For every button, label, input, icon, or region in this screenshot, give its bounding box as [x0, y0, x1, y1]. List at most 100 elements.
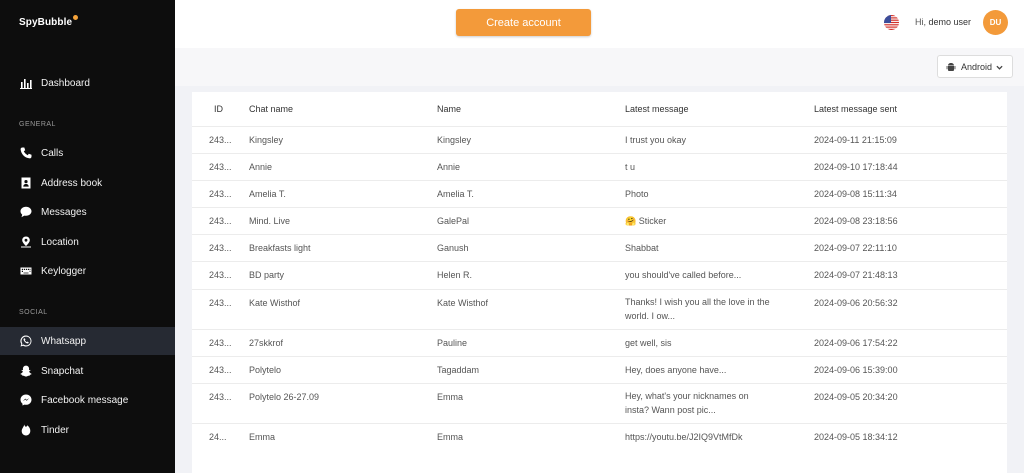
sidebar-item-address-book[interactable]: Address book: [0, 169, 175, 197]
table-row[interactable]: 243... Annie Annie t u 2024-09-10 17:18:44: [192, 153, 1007, 180]
cell-chat-name: Emma: [249, 432, 276, 442]
cell-id: 243...: [209, 135, 232, 145]
table-row[interactable]: 243... Kate Wisthof Kate Wisthof Thanks! I …: [192, 289, 1007, 329]
chat-bubble-icon: [19, 206, 32, 219]
sidebar-item-tinder[interactable]: Tinder: [0, 416, 175, 444]
cell-id: 243...: [209, 189, 232, 199]
cell-name: Tagaddam: [437, 365, 480, 375]
sidebar-item-label: Snapchat: [41, 365, 84, 377]
cell-id: 243...: [209, 365, 232, 375]
cell-chat-name: Kingsley: [249, 135, 284, 145]
cell-latest-message: you should've called before...: [625, 270, 742, 280]
cell-latest-message-sent: 2024-09-05 18:34:12: [814, 432, 898, 442]
cell-id: 243...: [209, 216, 232, 226]
cell-chat-name: Annie: [249, 162, 273, 172]
cell-latest-message-sent: 2024-09-06 17:54:22: [814, 338, 898, 348]
sidebar-item-messages[interactable]: Messages: [0, 198, 175, 226]
device-select-value: Android: [961, 61, 993, 72]
whatsapp-chats-table: ID Chat name Name Latest message Latest …: [192, 92, 1007, 473]
sidebar-item-label: Facebook message: [41, 394, 129, 406]
cell-name: Kate Wisthof: [437, 298, 489, 308]
keyboard-icon: [19, 265, 32, 278]
brand-logo[interactable]: SpyBubble: [19, 15, 79, 28]
cell-latest-message: I trust you okay: [625, 135, 687, 145]
create-account-button[interactable]: Create account: [456, 9, 591, 36]
cell-id: 243...: [209, 298, 232, 308]
table-row[interactable]: 243... 27skkrof Pauline get well, sis 2024-0…: [192, 329, 1007, 356]
column-header-chat-name[interactable]: Chat name: [249, 104, 293, 114]
cell-latest-message: Shabbat: [625, 243, 659, 253]
cell-latest-message-sent: 2024-09-07 21:48:13: [814, 270, 898, 280]
cell-name: Emma: [437, 432, 464, 442]
snapchat-icon: [19, 365, 32, 378]
sidebar-item-location[interactable]: Location: [0, 228, 175, 256]
sidebar-item-dashboard[interactable]: Dashboard: [0, 69, 175, 97]
sidebar-item-label: Address book: [41, 177, 103, 189]
table-row[interactable]: 24... Emma Emma https://youtu.be/J2IQ9VtMfD…: [192, 423, 1007, 450]
cell-latest-message: 🤗 Sticker: [625, 216, 667, 226]
cell-name: Ganush: [437, 243, 469, 253]
device-select[interactable]: Android: [937, 55, 1013, 78]
whatsapp-icon: [19, 335, 32, 348]
cell-id: 243...: [209, 338, 232, 348]
messenger-icon: [19, 394, 32, 407]
cell-latest-message-sent: 2024-09-07 22:11:10: [814, 243, 897, 253]
sidebar-item-label: Location: [41, 236, 79, 248]
username-text: demo user: [928, 17, 972, 27]
cell-latest-message-sent: 2024-09-08 23:18:56: [814, 216, 898, 226]
cell-latest-message: Hey, does anyone have...: [625, 365, 727, 375]
table-row[interactable]: 243... Polytelo Tagaddam Hey, does anyone h…: [192, 356, 1007, 383]
cell-latest-message: https://youtu.be/J2IQ9VtMfDk: [625, 432, 743, 442]
table-row[interactable]: 243... BD party Helen R. you should've call…: [192, 261, 1007, 289]
sidebar-item-facebook-message[interactable]: Facebook message: [0, 386, 175, 414]
cell-chat-name: Amelia T.: [249, 189, 286, 199]
sidebar-item-label: Messages: [41, 206, 87, 218]
table-row[interactable]: 243... Mind. Live GalePal 🤗 Sticker 2024-09-…: [192, 207, 1007, 234]
cell-latest-message: Photo: [625, 189, 649, 199]
table-row[interactable]: 243... Breakfasts light Ganush Shabbat 2024-…: [192, 234, 1007, 261]
cell-chat-name: Breakfasts light: [249, 243, 311, 253]
tinder-flame-icon: [19, 424, 32, 437]
sidebar-item-snapchat[interactable]: Snapchat: [0, 357, 175, 385]
cell-chat-name: BD party: [249, 270, 285, 280]
us-flag-icon[interactable]: [884, 15, 899, 30]
cell-id: 243...: [209, 243, 232, 253]
column-header-latest-message-sent[interactable]: Latest message sent: [814, 104, 897, 114]
bar-chart-icon: [19, 77, 32, 90]
table-row[interactable]: 243... Polytelo 26-27.09 Emma Hey, what's y…: [192, 383, 1007, 423]
sidebar-item-keylogger[interactable]: Keylogger: [0, 257, 175, 285]
greeting-text: Hi,: [915, 17, 926, 27]
chevron-down-icon: [996, 63, 1004, 71]
brand-dot-icon: [73, 15, 79, 20]
cell-id: 24...: [209, 432, 227, 442]
cell-latest-message-sent: 2024-09-06 15:39:00: [814, 365, 898, 375]
cell-latest-message-sent: 2024-09-11 21:15:09: [814, 135, 897, 145]
column-header-id[interactable]: ID: [214, 104, 223, 114]
sidebar-item-calls[interactable]: Calls: [0, 139, 175, 167]
cell-id: 243...: [209, 270, 232, 280]
cell-id: 243...: [209, 392, 232, 402]
cell-name: Pauline: [437, 338, 468, 348]
avatar[interactable]: DU: [983, 10, 1008, 35]
cell-id: 243...: [209, 162, 232, 172]
cell-latest-message: Thanks! I wish you all the love in the w…: [625, 297, 770, 321]
cell-chat-name: Mind. Live: [249, 216, 291, 226]
cell-name: GalePal: [437, 216, 470, 226]
sidebar-item-label: Keylogger: [41, 265, 87, 277]
cell-latest-message-sent: 2024-09-05 20:34:20: [814, 392, 898, 402]
cell-name: Helen R.: [437, 270, 473, 280]
cell-name: Annie: [437, 162, 461, 172]
column-header-name[interactable]: Name: [437, 104, 461, 114]
sidebar-item-label: Tinder: [41, 424, 69, 436]
table-row[interactable]: 243... Kingsley Kingsley I trust you okay 20…: [192, 126, 1007, 153]
sidebar: SpyBubble Dashboard GENERAL Calls Addres…: [0, 0, 175, 473]
cell-chat-name: Polytelo: [249, 365, 282, 375]
table-row[interactable]: 243... Amelia T. Amelia T. Photo 2024-09-08 …: [192, 180, 1007, 207]
brand-name: SpyBubble: [19, 17, 73, 28]
sidebar-section-social: SOCIAL: [19, 309, 48, 316]
address-book-icon: [19, 177, 32, 190]
column-header-latest-message[interactable]: Latest message: [625, 104, 689, 114]
sidebar-item-whatsapp[interactable]: Whatsapp: [0, 327, 175, 355]
cell-latest-message-sent: 2024-09-10 17:18:44: [814, 162, 898, 172]
location-pin-icon: [19, 236, 32, 249]
